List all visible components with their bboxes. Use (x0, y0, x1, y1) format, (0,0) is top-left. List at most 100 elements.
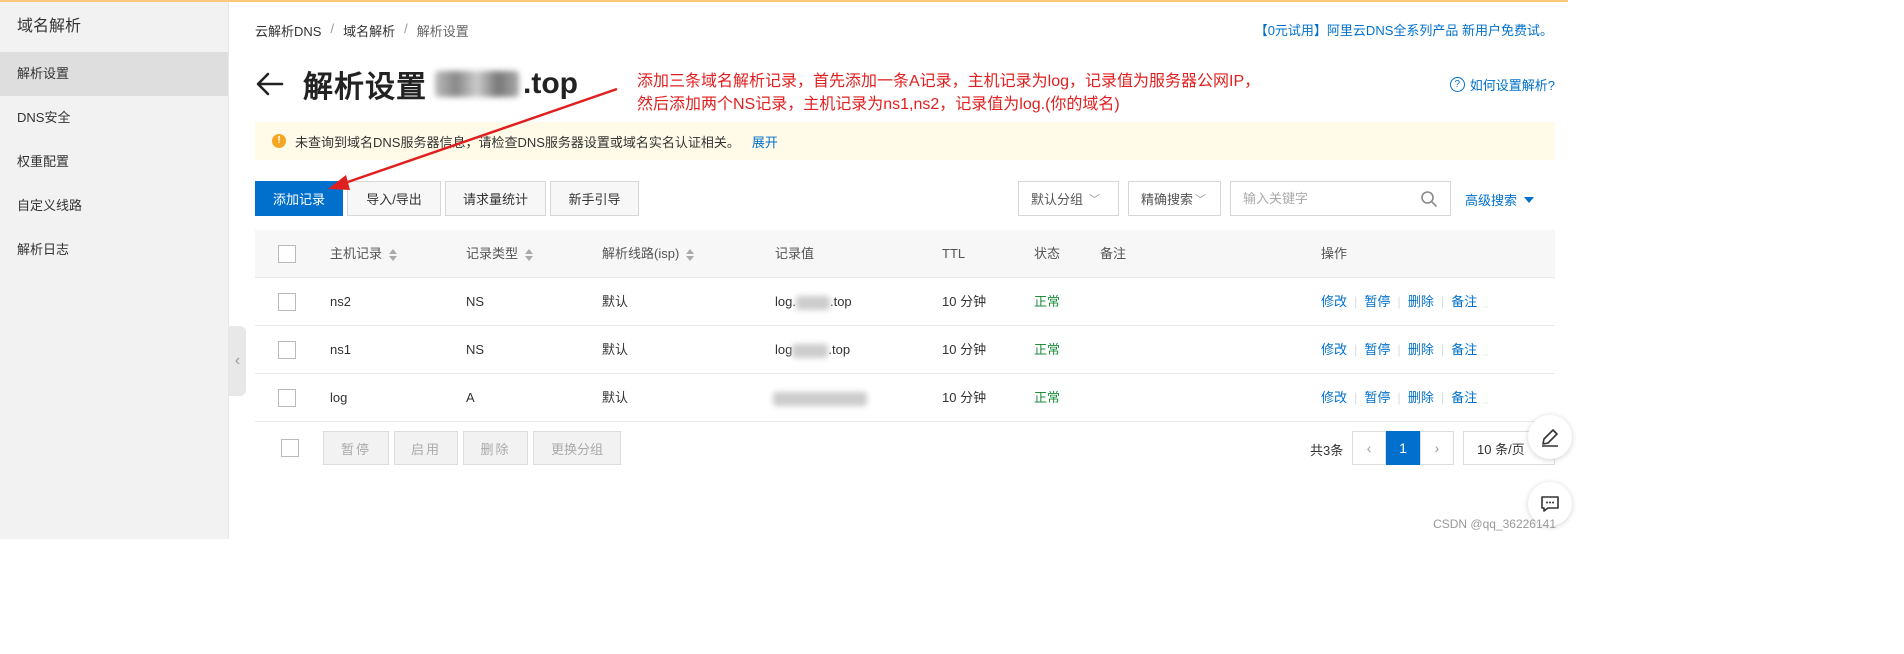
table-row: log A 默认 10 分钟 正常 修改 | 暂停 | 删除 | 备注 (255, 374, 1555, 422)
cell-actions: 修改 | 暂停 | 删除 | 备注 (1321, 374, 1477, 422)
action-separator: | (1440, 294, 1445, 309)
cell-type: NS (466, 342, 485, 357)
dns-notice-banner: ! 未查询到域名DNS服务器信息，请检查DNS服务器设置或域名实名认证相关。 展… (255, 122, 1555, 160)
table-row: ns1 NS 默认 log .top 10 分钟 正常 修改 | 暂停 | 删除 | 备注 (255, 326, 1555, 374)
column-header-line[interactable]: 解析线路(isp) (602, 230, 695, 278)
remark-action[interactable]: 备注 (1451, 390, 1477, 405)
notice-text: 未查询到域名DNS服务器信息，请检查DNS服务器设置或域名实名认证相关。 (295, 134, 740, 150)
group-select-value: 默认分组 (1031, 192, 1084, 207)
cell-ttl: 10 分钟 (942, 294, 987, 309)
breadcrumb-item-domain-resolve[interactable]: 域名解析 (343, 21, 395, 40)
search-input[interactable] (1231, 182, 1420, 215)
advanced-search-toggle[interactable]: 高级搜索 (1465, 190, 1535, 209)
action-separator: | (1397, 390, 1401, 405)
breadcrumb-item-cloud-dns[interactable]: 云解析DNS (255, 21, 321, 40)
import-export-button[interactable]: 导入/导出 (347, 181, 441, 216)
delete-action[interactable]: 删除 (1408, 294, 1434, 309)
column-header-status: 状态 (1034, 246, 1061, 261)
sidebar-collapse-handle[interactable]: ‹ (229, 326, 246, 396)
cell-host: log (330, 390, 348, 405)
footer-select-all-checkbox[interactable] (281, 439, 299, 457)
action-separator: | (1354, 342, 1358, 357)
row-checkbox[interactable] (278, 293, 296, 311)
cell-ttl: 10 分钟 (942, 390, 987, 405)
pause-action[interactable]: 暂停 (1364, 294, 1390, 309)
page-header: 解析设置 .top (255, 62, 578, 106)
notice-expand-link[interactable]: 展开 (752, 132, 778, 151)
sort-icon (389, 248, 398, 261)
breadcrumb-separator: / (330, 21, 335, 36)
remark-action[interactable]: 备注 (1451, 342, 1477, 357)
change-group-button[interactable]: 更换分组 (533, 431, 621, 465)
breadcrumb-separator: / (404, 21, 408, 36)
sidebar-item-weight-config[interactable]: 权重配置 (0, 140, 228, 184)
batch-pause-button[interactable]: 暂停 (323, 431, 389, 465)
pause-action[interactable]: 暂停 (1364, 342, 1390, 357)
cell-line: 默认 (602, 390, 629, 405)
row-checkbox[interactable] (278, 341, 296, 359)
cell-line: 默认 (602, 342, 629, 357)
value-prefix: log. (775, 294, 796, 309)
edit-action[interactable]: 修改 (1321, 342, 1347, 357)
batch-delete-button[interactable]: 删除 (463, 431, 528, 465)
prev-page-button[interactable]: ‹ (1352, 431, 1386, 465)
main-content: 云解析DNS / 域名解析 / 解析设置 【0元试用】阿里云DNS全系列产品 新… (255, 0, 1555, 539)
help-link[interactable]: ? 如何设置解析? (1449, 75, 1555, 94)
select-all-checkbox[interactable] (278, 245, 296, 263)
batch-enable-button[interactable]: 启用 (394, 431, 458, 465)
feedback-edit-button[interactable] (1528, 415, 1572, 459)
column-header-type[interactable]: 记录类型 (466, 230, 534, 278)
caret-down-icon (1524, 196, 1535, 203)
warning-icon: ! (272, 134, 286, 148)
sidebar-title: 域名解析 (17, 18, 82, 35)
sidebar-item-custom-line[interactable]: 自定义线路 (0, 184, 228, 228)
search-mode-select[interactable]: 精确搜索 ﹀ (1128, 181, 1221, 216)
value-prefix: log (775, 342, 793, 357)
group-select[interactable]: 默认分组 ﹀ (1018, 181, 1119, 216)
cell-type: NS (466, 294, 485, 309)
cell-status: 正常 (1034, 294, 1061, 309)
request-stats-button[interactable]: 请求量统计 (445, 181, 546, 216)
promo-link[interactable]: 【0元试用】阿里云DNS全系列产品 新用户免费试。 (1255, 20, 1553, 39)
cell-value: log .top (775, 326, 850, 374)
sidebar-item-dns-log[interactable]: 解析日志 (0, 228, 228, 272)
next-page-button[interactable]: › (1420, 431, 1454, 465)
column-header-host[interactable]: 主机记录 (330, 230, 398, 278)
pause-action[interactable]: 暂停 (1364, 390, 1390, 405)
column-header-label: 主机记录 (330, 246, 383, 261)
row-checkbox[interactable] (278, 389, 296, 407)
page-button-current[interactable]: 1 (1386, 431, 1420, 465)
column-header-remark: 备注 (1100, 246, 1127, 261)
value-suffix: .top (829, 294, 852, 309)
remark-action[interactable]: 备注 (1451, 294, 1477, 309)
edit-action[interactable]: 修改 (1321, 294, 1347, 309)
page-title: 解析设置 (303, 71, 427, 104)
cell-value: log. .top (775, 278, 852, 326)
back-arrow-icon[interactable] (255, 69, 285, 99)
value-suffix: .top (828, 342, 851, 357)
sidebar-item-dns-security[interactable]: DNS安全 (0, 96, 228, 140)
cell-status: 正常 (1034, 390, 1061, 405)
delete-action[interactable]: 删除 (1408, 342, 1434, 357)
delete-action[interactable]: 删除 (1408, 390, 1434, 405)
chevron-left-icon: ‹ (1366, 440, 1372, 456)
value-redacted (795, 295, 830, 310)
total-count: 共3条 (1310, 443, 1344, 458)
pencil-icon (1542, 429, 1558, 447)
sort-icon (525, 248, 534, 261)
edit-action[interactable]: 修改 (1321, 390, 1347, 405)
annotation-line-1: 添加三条域名解析记录，首先添加一条A记录，主机记录为log，记录值为服务器公网I… (637, 73, 1261, 90)
sort-icon (686, 248, 695, 261)
cell-host: ns2 (330, 294, 351, 309)
sidebar: 域名解析 解析设置 DNS安全 权重配置 自定义线路 解析日志 (0, 2, 229, 539)
guide-button[interactable]: 新手引导 (550, 181, 639, 216)
add-record-button[interactable]: 添加记录 (255, 181, 343, 216)
column-header-value: 记录值 (775, 246, 815, 261)
column-header-label: 解析线路(isp) (602, 246, 680, 261)
search-icon[interactable] (1420, 190, 1438, 208)
table-footer: 暂停 启用 删除 更换分组 共3条 ‹ 1 › 10 条/页 (255, 431, 1555, 465)
cell-host: ns1 (330, 342, 351, 357)
advanced-search-label: 高级搜索 (1465, 193, 1518, 208)
value-redacted (792, 343, 829, 358)
sidebar-item-dns-settings[interactable]: 解析设置 (0, 52, 228, 96)
